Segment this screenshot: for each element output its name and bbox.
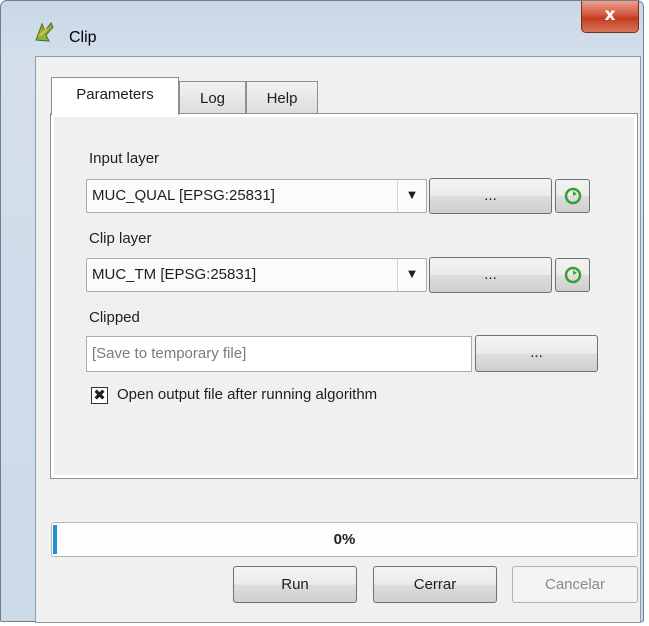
- close-window-button[interactable]: x: [581, 1, 639, 33]
- clip-layer-value: MUC_TM [EPSG:25831]: [92, 266, 257, 283]
- cancelar-button[interactable]: Cancelar: [512, 566, 638, 603]
- clipped-label: Clipped: [89, 309, 140, 326]
- tab-log[interactable]: Log: [179, 81, 246, 115]
- input-layer-label: Input layer: [89, 150, 160, 167]
- title-bar: Clip: [1, 1, 643, 46]
- tab-help[interactable]: Help: [246, 81, 318, 115]
- chevron-down-icon[interactable]: ▼: [397, 180, 426, 212]
- input-layer-browse-button[interactable]: ...: [429, 178, 552, 214]
- window-title: Clip: [69, 29, 97, 46]
- input-layer-iterate-button[interactable]: [555, 179, 590, 213]
- run-button[interactable]: Run: [233, 566, 357, 603]
- clip-layer-iterate-button[interactable]: [555, 258, 590, 292]
- progress-text: 0%: [333, 531, 356, 548]
- open-output-label: Open output file after running algorithm: [117, 386, 378, 403]
- clipped-browse-button[interactable]: ...: [475, 335, 598, 372]
- chevron-down-icon[interactable]: ▼: [397, 259, 426, 291]
- parameters-panel-inner: [54, 117, 634, 475]
- clipped-output-field[interactable]: [Save to temporary file]: [86, 336, 472, 372]
- parameters-panel: [50, 113, 638, 479]
- clip-layer-browse-button[interactable]: ...: [429, 257, 552, 293]
- green-iterate-icon: [564, 187, 581, 205]
- open-output-checkbox[interactable]: ✖: [91, 387, 108, 404]
- input-layer-value: MUC_QUAL [EPSG:25831]: [92, 187, 275, 204]
- clip-layer-label: Clip layer: [89, 230, 152, 247]
- tab-parameters[interactable]: Parameters: [51, 77, 179, 115]
- input-layer-combo[interactable]: MUC_QUAL [EPSG:25831] ▼: [86, 179, 427, 213]
- clip-layer-combo[interactable]: MUC_TM [EPSG:25831] ▼: [86, 258, 427, 292]
- green-iterate-icon: [564, 266, 581, 284]
- progress-bar: 0%: [51, 522, 638, 557]
- qgis-clip-icon: [35, 22, 54, 42]
- cerrar-button[interactable]: Cerrar: [373, 566, 497, 603]
